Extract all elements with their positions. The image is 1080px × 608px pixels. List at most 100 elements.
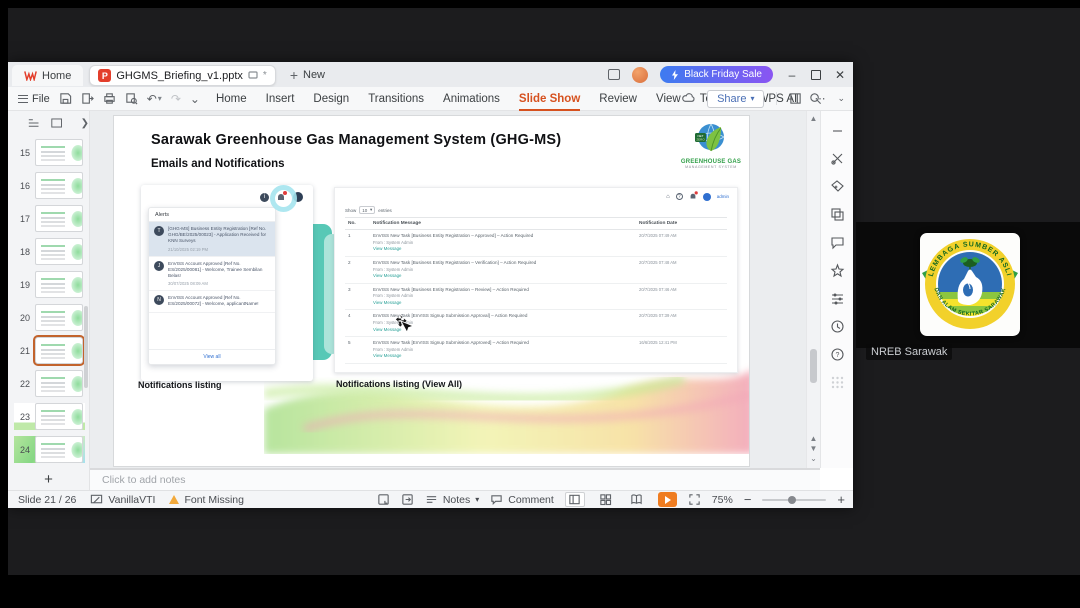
lightning-icon	[672, 69, 679, 80]
export-icon[interactable]	[81, 92, 94, 105]
menu-item[interactable]: Slide Show	[518, 93, 581, 111]
account-avatar[interactable]	[632, 66, 649, 83]
zoom-level[interactable]: 75%	[712, 494, 733, 506]
zoom-slider[interactable]	[762, 495, 827, 504]
fit-slide-icon[interactable]	[688, 493, 701, 506]
menu-item[interactable]: Transitions	[368, 93, 424, 105]
undo-caret-icon[interactable]: ▾	[158, 94, 162, 103]
slide-sorter-button[interactable]	[596, 492, 616, 507]
comment-rail-icon[interactable]	[830, 235, 845, 250]
new-tab-button[interactable]: + New	[290, 67, 325, 83]
settings-sliders-icon[interactable]	[830, 291, 845, 306]
share-button[interactable]: Share ▾	[707, 89, 765, 108]
scrollbar-thumb[interactable]	[810, 349, 817, 383]
collapse-panel-icon[interactable]: ❯	[81, 118, 89, 129]
menu-item-label: Review	[599, 92, 637, 105]
quick-tools-icon[interactable]	[830, 151, 845, 166]
slide-thumbnail[interactable]	[35, 271, 83, 298]
slide-thumbnail-row[interactable]: 19	[14, 271, 85, 298]
menu-item[interactable]: Animations	[443, 93, 500, 105]
slide-subtitle: Emails and Notifications	[151, 158, 285, 170]
notes-toggle[interactable]: Notes ▾	[425, 493, 479, 506]
outline-view-icon[interactable]	[28, 117, 39, 129]
menu-item[interactable]: Insert	[266, 93, 295, 105]
save-icon[interactable]	[59, 92, 72, 105]
slide-thumbnail-row[interactable]: 24	[14, 436, 85, 463]
redo-button[interactable]: ↷	[171, 92, 181, 106]
star-icon[interactable]	[830, 263, 845, 278]
slide-thumbnail[interactable]	[35, 172, 83, 199]
print-preview-icon[interactable]	[125, 92, 138, 105]
slide-view-icon[interactable]	[51, 117, 63, 129]
slide-canvas[interactable]: Sarawak Greenhouse Gas Management System…	[113, 115, 750, 467]
tab-wps-home[interactable]: Home	[12, 65, 84, 86]
smart-style-icon[interactable]	[830, 179, 845, 194]
start-from-slide-icon[interactable]	[401, 493, 414, 506]
minimize-button[interactable]: –	[785, 68, 799, 82]
panel-scrollbar[interactable]	[84, 306, 88, 388]
slide-thumbnail[interactable]	[35, 436, 83, 463]
slide-thumbnail-row[interactable]: 18	[14, 238, 85, 265]
history-clock-icon[interactable]	[830, 319, 845, 334]
comment-button[interactable]: Comment	[490, 493, 554, 506]
file-menu[interactable]: File	[18, 93, 50, 105]
slide-thumbnail[interactable]	[35, 370, 83, 397]
slide-thumbnail-row[interactable]: 23	[14, 403, 85, 430]
ribbon-collapse-icon[interactable]: ⌄	[190, 92, 200, 106]
zoom-slider-knob[interactable]	[788, 495, 797, 504]
slide-thumbnail-row[interactable]: 17	[14, 205, 85, 232]
slide-thumbnail[interactable]	[35, 205, 83, 232]
notes-area[interactable]: Click to add notes	[90, 468, 820, 490]
task-pane-icon[interactable]	[789, 92, 802, 105]
slide-thumbnail[interactable]	[35, 304, 83, 331]
tab-document[interactable]: P GHGMS_Briefing_v1.pptx *	[89, 65, 276, 86]
slide-thumbnail-row[interactable]: 15	[14, 139, 85, 166]
add-slide-button[interactable]: +	[8, 471, 89, 488]
canvas-scrollbar[interactable]: ▲ ▲ ▼ ⌄	[806, 111, 820, 468]
show-label: Show	[345, 207, 357, 213]
print-icon[interactable]	[103, 92, 116, 105]
help-circle-icon[interactable]: ?	[830, 347, 845, 362]
shapes-icon[interactable]	[830, 207, 845, 222]
theme-indicator[interactable]: VanillaVTI	[90, 493, 155, 506]
collapse-ribbon-icon[interactable]: ⌄	[837, 93, 845, 104]
hide-rail-icon[interactable]	[830, 123, 845, 138]
close-button[interactable]: ✕	[833, 68, 847, 82]
next-slide-double-button[interactable]: ⌄	[807, 454, 820, 464]
title-tab-bar: Home P GHGMS_Briefing_v1.pptx * + New Bl…	[8, 62, 853, 87]
menu-item[interactable]: Home	[216, 93, 247, 105]
slide-thumbnail-row[interactable]: 16	[14, 172, 85, 199]
scroll-up-icon[interactable]: ▲	[807, 114, 820, 123]
font-missing-warning[interactable]: Font Missing	[169, 494, 244, 506]
slide-thumbnail[interactable]	[35, 403, 83, 430]
sync-status-icon	[248, 71, 258, 79]
slide-thumbnail[interactable]	[33, 335, 85, 366]
zoom-in-button[interactable]: +	[837, 492, 845, 507]
more-options-icon[interactable]: ⋯	[814, 92, 825, 105]
notification-message: EnVISS New Task [EnVISS Signup Submissio…	[373, 313, 528, 319]
cloud-icon[interactable]	[682, 92, 695, 105]
undo-button[interactable]: ↶ ▾	[147, 92, 162, 106]
slideshow-play-button[interactable]	[657, 492, 677, 507]
reading-view-button[interactable]	[627, 492, 647, 507]
next-slide-button[interactable]: ▼	[807, 444, 820, 454]
previous-slide-button[interactable]: ▲	[807, 434, 820, 444]
home-tab-label: Home	[42, 69, 72, 82]
apps-grid-icon[interactable]	[830, 375, 845, 390]
window-switcher-icon[interactable]	[608, 69, 621, 80]
slide-thumbnail[interactable]	[35, 238, 83, 265]
menu-item[interactable]: View	[656, 93, 681, 105]
promo-button[interactable]: Black Friday Sale	[660, 66, 773, 83]
restore-button[interactable]	[811, 69, 821, 80]
slide-thumbnail-row[interactable]: 20	[14, 304, 85, 331]
slide-thumbnail-row[interactable]: 22	[14, 370, 85, 397]
zoom-out-button[interactable]: −	[744, 492, 752, 507]
alert-text: [GHG-MS] Business Entity Registration [R…	[168, 226, 267, 244]
menu-item[interactable]: Design	[313, 93, 349, 105]
slide-thumbnail-row[interactable]: 21	[14, 335, 85, 366]
menu-item[interactable]: Review	[599, 93, 637, 105]
participant-video-tile[interactable]: LEMBAGA SUMBER ASLI DAN ALAM SEKITAR SAR…	[856, 222, 1080, 360]
slide-thumbnail[interactable]	[35, 139, 83, 166]
normal-view-button[interactable]	[564, 492, 585, 507]
slide-settings-icon[interactable]	[377, 493, 390, 506]
